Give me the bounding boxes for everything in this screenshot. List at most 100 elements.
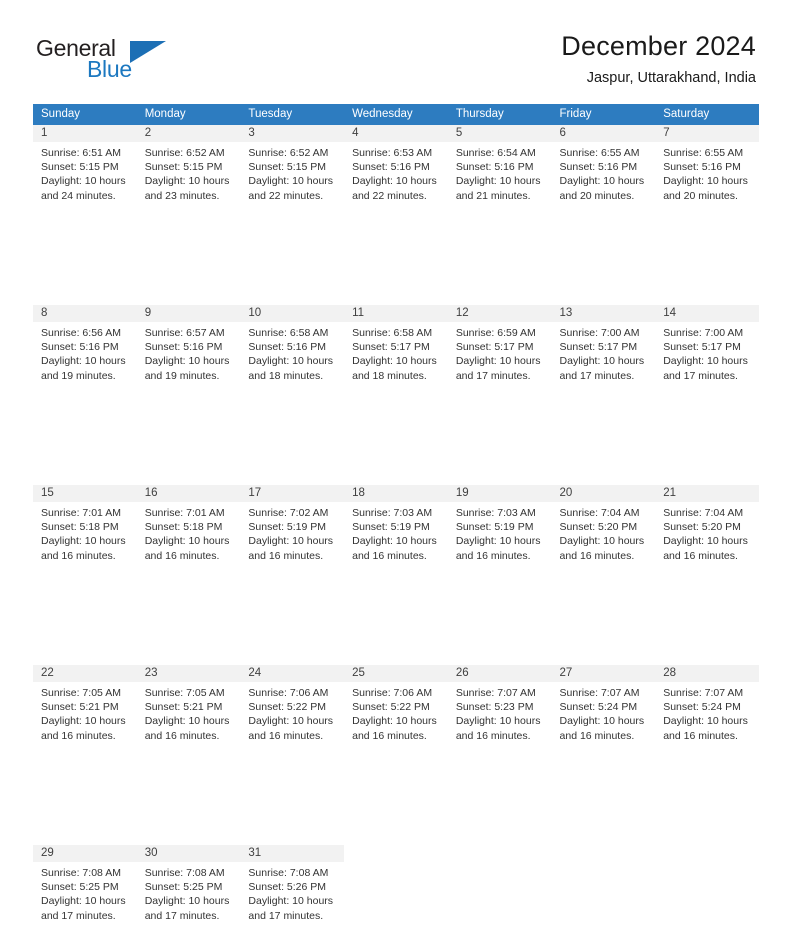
day-cell-inner: 1 Sunrise: 6:51 AM Sunset: 5:15 PM Daylight…: [33, 125, 137, 215]
day-details: Sunrise: 7:05 AM Sunset: 5:21 PM Daylight:…: [33, 682, 137, 743]
separator-line: [240, 215, 344, 216]
day-number: 31: [240, 845, 345, 862]
daylight-text-line2: and 16 minutes.: [248, 729, 324, 742]
day-cell-inner: 15 Sunrise: 7:01 AM Sunset: 5:18 PM Dayligh…: [33, 485, 137, 575]
calendar-day-cell[interactable]: 15 Sunrise: 7:01 AM Sunset: 5:18 PM Dayligh…: [33, 485, 137, 575]
sunset-text: Sunset: 5:17 PM: [455, 341, 534, 354]
day-cell-inner: [552, 845, 656, 935]
title-block: December 2024 Jaspur, Uttarakhand, India: [316, 30, 756, 88]
calendar-day-cell[interactable]: 30 Sunrise: 7:08 AM Sunset: 5:25 PM Dayligh…: [136, 845, 241, 935]
calendar-day-cell[interactable]: 16 Sunrise: 7:01 AM Sunset: 5:18 PM Dayligh…: [136, 485, 241, 575]
calendar-day-cell[interactable]: 18 Sunrise: 7:03 AM Sunset: 5:19 PM Dayligh…: [344, 485, 448, 575]
daylight-text-line1: Daylight: 10 hours: [144, 715, 230, 728]
daylight-text-line2: and 16 minutes.: [41, 549, 116, 562]
sunset-text: Sunset: 5:15 PM: [144, 161, 223, 174]
day-details: Sunrise: 7:06 AM Sunset: 5:22 PM Daylight:…: [240, 682, 344, 743]
calendar-day-cell[interactable]: 10 Sunrise: 6:58 AM Sunset: 5:16 PM Dayligh…: [240, 305, 345, 395]
sunset-text: Sunset: 5:16 PM: [352, 161, 430, 174]
day-cell-inner: 20 Sunrise: 7:04 AM Sunset: 5:20 PM Dayligh…: [551, 485, 656, 575]
general-blue-logo[interactable]: General Blue: [36, 36, 266, 86]
calendar-day-cell[interactable]: 1 Sunrise: 6:51 AM Sunset: 5:15 PM Daylight…: [33, 125, 137, 215]
separator-line: [552, 395, 656, 396]
calendar-day-cell[interactable]: 11 Sunrise: 6:58 AM Sunset: 5:17 PM Dayligh…: [344, 305, 448, 395]
sunset-text: Sunset: 5:23 PM: [455, 701, 534, 714]
daylight-text-line1: Daylight: 10 hours: [455, 175, 541, 188]
calendar-day-cell[interactable]: 17 Sunrise: 7:02 AM Sunset: 5:19 PM Dayligh…: [240, 485, 345, 575]
calendar-day-cell[interactable]: 28 Sunrise: 7:07 AM Sunset: 5:24 PM Dayligh…: [655, 665, 759, 755]
day-cell-inner: 26 Sunrise: 7:07 AM Sunset: 5:23 PM Dayligh…: [447, 665, 552, 755]
daylight-text-line1: Daylight: 10 hours: [559, 715, 645, 728]
daylight-text-line1: Daylight: 10 hours: [352, 355, 437, 368]
calendar-day-cell[interactable]: 8 Sunrise: 6:56 AM Sunset: 5:16 PM Daylight…: [33, 305, 137, 395]
week-separator-cell: [240, 755, 344, 845]
separator-line: [344, 215, 448, 216]
day-details: Sunrise: 7:03 AM Sunset: 5:19 PM Daylight:…: [344, 502, 448, 563]
sunrise-text: Sunrise: 6:52 AM: [144, 147, 225, 159]
calendar-day-cell[interactable]: 4 Sunrise: 6:53 AM Sunset: 5:16 PM Daylight…: [344, 125, 448, 215]
week-separator-cell: [448, 215, 552, 305]
sunset-text: Sunset: 5:22 PM: [248, 701, 327, 714]
day-details: Sunrise: 6:59 AM Sunset: 5:17 PM Daylight:…: [448, 322, 552, 383]
day-details: Sunrise: 7:07 AM Sunset: 5:23 PM Daylight:…: [448, 682, 552, 743]
sunset-text: Sunset: 5:16 PM: [41, 341, 119, 354]
day-number: 3: [240, 125, 345, 142]
day-number: 18: [344, 485, 448, 502]
day-details: Sunrise: 6:57 AM Sunset: 5:16 PM Daylight:…: [137, 322, 241, 383]
calendar-day-cell[interactable]: 12 Sunrise: 6:59 AM Sunset: 5:17 PM Dayligh…: [447, 305, 552, 395]
calendar-day-cell[interactable]: 19 Sunrise: 7:03 AM Sunset: 5:19 PM Dayligh…: [447, 485, 552, 575]
day-cell-inner: 17 Sunrise: 7:02 AM Sunset: 5:19 PM Dayligh…: [240, 485, 345, 575]
calendar-day-cell[interactable]: 24 Sunrise: 7:06 AM Sunset: 5:22 PM Dayligh…: [240, 665, 345, 755]
calendar-day-cell[interactable]: 25 Sunrise: 7:06 AM Sunset: 5:22 PM Dayligh…: [344, 665, 448, 755]
calendar-day-cell[interactable]: 6 Sunrise: 6:55 AM Sunset: 5:16 PM Daylight…: [551, 125, 656, 215]
calendar-day-cell[interactable]: 20 Sunrise: 7:04 AM Sunset: 5:20 PM Dayligh…: [551, 485, 656, 575]
weekday-header-row: Sunday Monday Tuesday Wednesday Thursday Frid…: [33, 104, 759, 125]
day-details: Sunrise: 6:56 AM Sunset: 5:16 PM Daylight:…: [33, 322, 137, 383]
day-number: 13: [551, 305, 656, 322]
sunset-text: Sunset: 5:20 PM: [663, 521, 741, 534]
day-cell-inner: 23 Sunrise: 7:05 AM Sunset: 5:21 PM Dayligh…: [136, 665, 241, 755]
calendar-day-cell[interactable]: 3 Sunrise: 6:52 AM Sunset: 5:15 PM Daylight…: [240, 125, 345, 215]
sunset-text: Sunset: 5:19 PM: [248, 521, 327, 534]
daylight-text-line2: and 16 minutes.: [352, 729, 427, 742]
calendar-day-cell[interactable]: 9 Sunrise: 6:57 AM Sunset: 5:16 PM Daylight…: [136, 305, 241, 395]
day-details: Sunrise: 7:08 AM Sunset: 5:25 PM Daylight:…: [137, 862, 241, 923]
calendar-day-cell[interactable]: 27 Sunrise: 7:07 AM Sunset: 5:24 PM Dayligh…: [551, 665, 656, 755]
sunrise-text: Sunrise: 6:57 AM: [144, 327, 225, 339]
calendar-day-cell[interactable]: 14 Sunrise: 7:00 AM Sunset: 5:17 PM Dayligh…: [655, 305, 759, 395]
separator-line: [448, 395, 552, 396]
calendar-day-cell[interactable]: 23 Sunrise: 7:05 AM Sunset: 5:21 PM Dayligh…: [136, 665, 241, 755]
calendar-week-row: 29 Sunrise: 7:08 AM Sunset: 5:25 PM Dayligh…: [33, 845, 759, 935]
week-separator-cell: [137, 755, 241, 845]
calendar-day-cell[interactable]: 13 Sunrise: 7:00 AM Sunset: 5:17 PM Dayligh…: [551, 305, 656, 395]
calendar-day-cell[interactable]: 31 Sunrise: 7:08 AM Sunset: 5:26 PM Dayligh…: [240, 845, 345, 935]
calendar-day-cell[interactable]: 29 Sunrise: 7:08 AM Sunset: 5:25 PM Dayligh…: [33, 845, 137, 935]
calendar-day-cell[interactable]: 7 Sunrise: 6:55 AM Sunset: 5:16 PM Daylight…: [655, 125, 759, 215]
day-details: Sunrise: 6:52 AM Sunset: 5:15 PM Daylight:…: [137, 142, 241, 203]
separator-line: [655, 215, 759, 216]
daylight-text-line1: Daylight: 10 hours: [559, 535, 645, 548]
separator-line: [448, 575, 552, 576]
daylight-text-line2: and 16 minutes.: [144, 549, 220, 562]
day-details: Sunrise: 6:58 AM Sunset: 5:17 PM Daylight:…: [344, 322, 448, 383]
separator-line: [240, 575, 344, 576]
day-details: Sunrise: 6:53 AM Sunset: 5:16 PM Daylight:…: [344, 142, 448, 203]
day-cell-inner: 7 Sunrise: 6:55 AM Sunset: 5:16 PM Daylight…: [655, 125, 759, 215]
separator-line: [137, 395, 241, 396]
daylight-text-line1: Daylight: 10 hours: [144, 355, 230, 368]
sunrise-text: Sunrise: 7:03 AM: [455, 507, 536, 519]
calendar-day-cell[interactable]: 5 Sunrise: 6:54 AM Sunset: 5:16 PM Daylight…: [447, 125, 552, 215]
calendar-day-cell[interactable]: 26 Sunrise: 7:07 AM Sunset: 5:23 PM Dayligh…: [447, 665, 552, 755]
daylight-text-line1: Daylight: 10 hours: [663, 715, 748, 728]
day-number: 8: [33, 305, 137, 322]
daylight-text-line1: Daylight: 10 hours: [144, 535, 230, 548]
calendar-day-cell[interactable]: 2 Sunrise: 6:52 AM Sunset: 5:15 PM Daylight…: [136, 125, 241, 215]
daylight-text-line2: and 16 minutes.: [144, 729, 220, 742]
calendar-day-cell[interactable]: 22 Sunrise: 7:05 AM Sunset: 5:21 PM Dayligh…: [33, 665, 137, 755]
sunrise-text: Sunrise: 6:59 AM: [455, 327, 536, 339]
calendar-day-cell[interactable]: 21 Sunrise: 7:04 AM Sunset: 5:20 PM Dayligh…: [655, 485, 759, 575]
day-cell-inner: 13 Sunrise: 7:00 AM Sunset: 5:17 PM Dayligh…: [551, 305, 656, 395]
sunrise-text: Sunrise: 7:07 AM: [663, 687, 744, 699]
sunset-text: Sunset: 5:25 PM: [41, 881, 119, 894]
day-number: 27: [551, 665, 656, 682]
week-separator-cell: [552, 215, 656, 305]
